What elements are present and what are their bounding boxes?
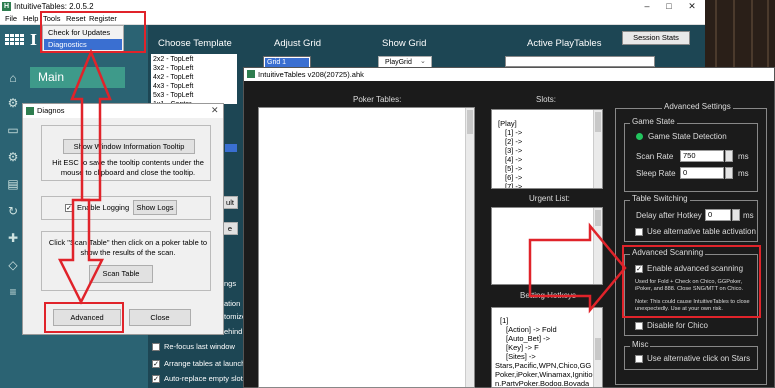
down-arrow (57, 198, 105, 305)
up-arrow (70, 48, 112, 202)
annotation-arrows (57, 48, 627, 314)
right-arrow (528, 222, 627, 314)
